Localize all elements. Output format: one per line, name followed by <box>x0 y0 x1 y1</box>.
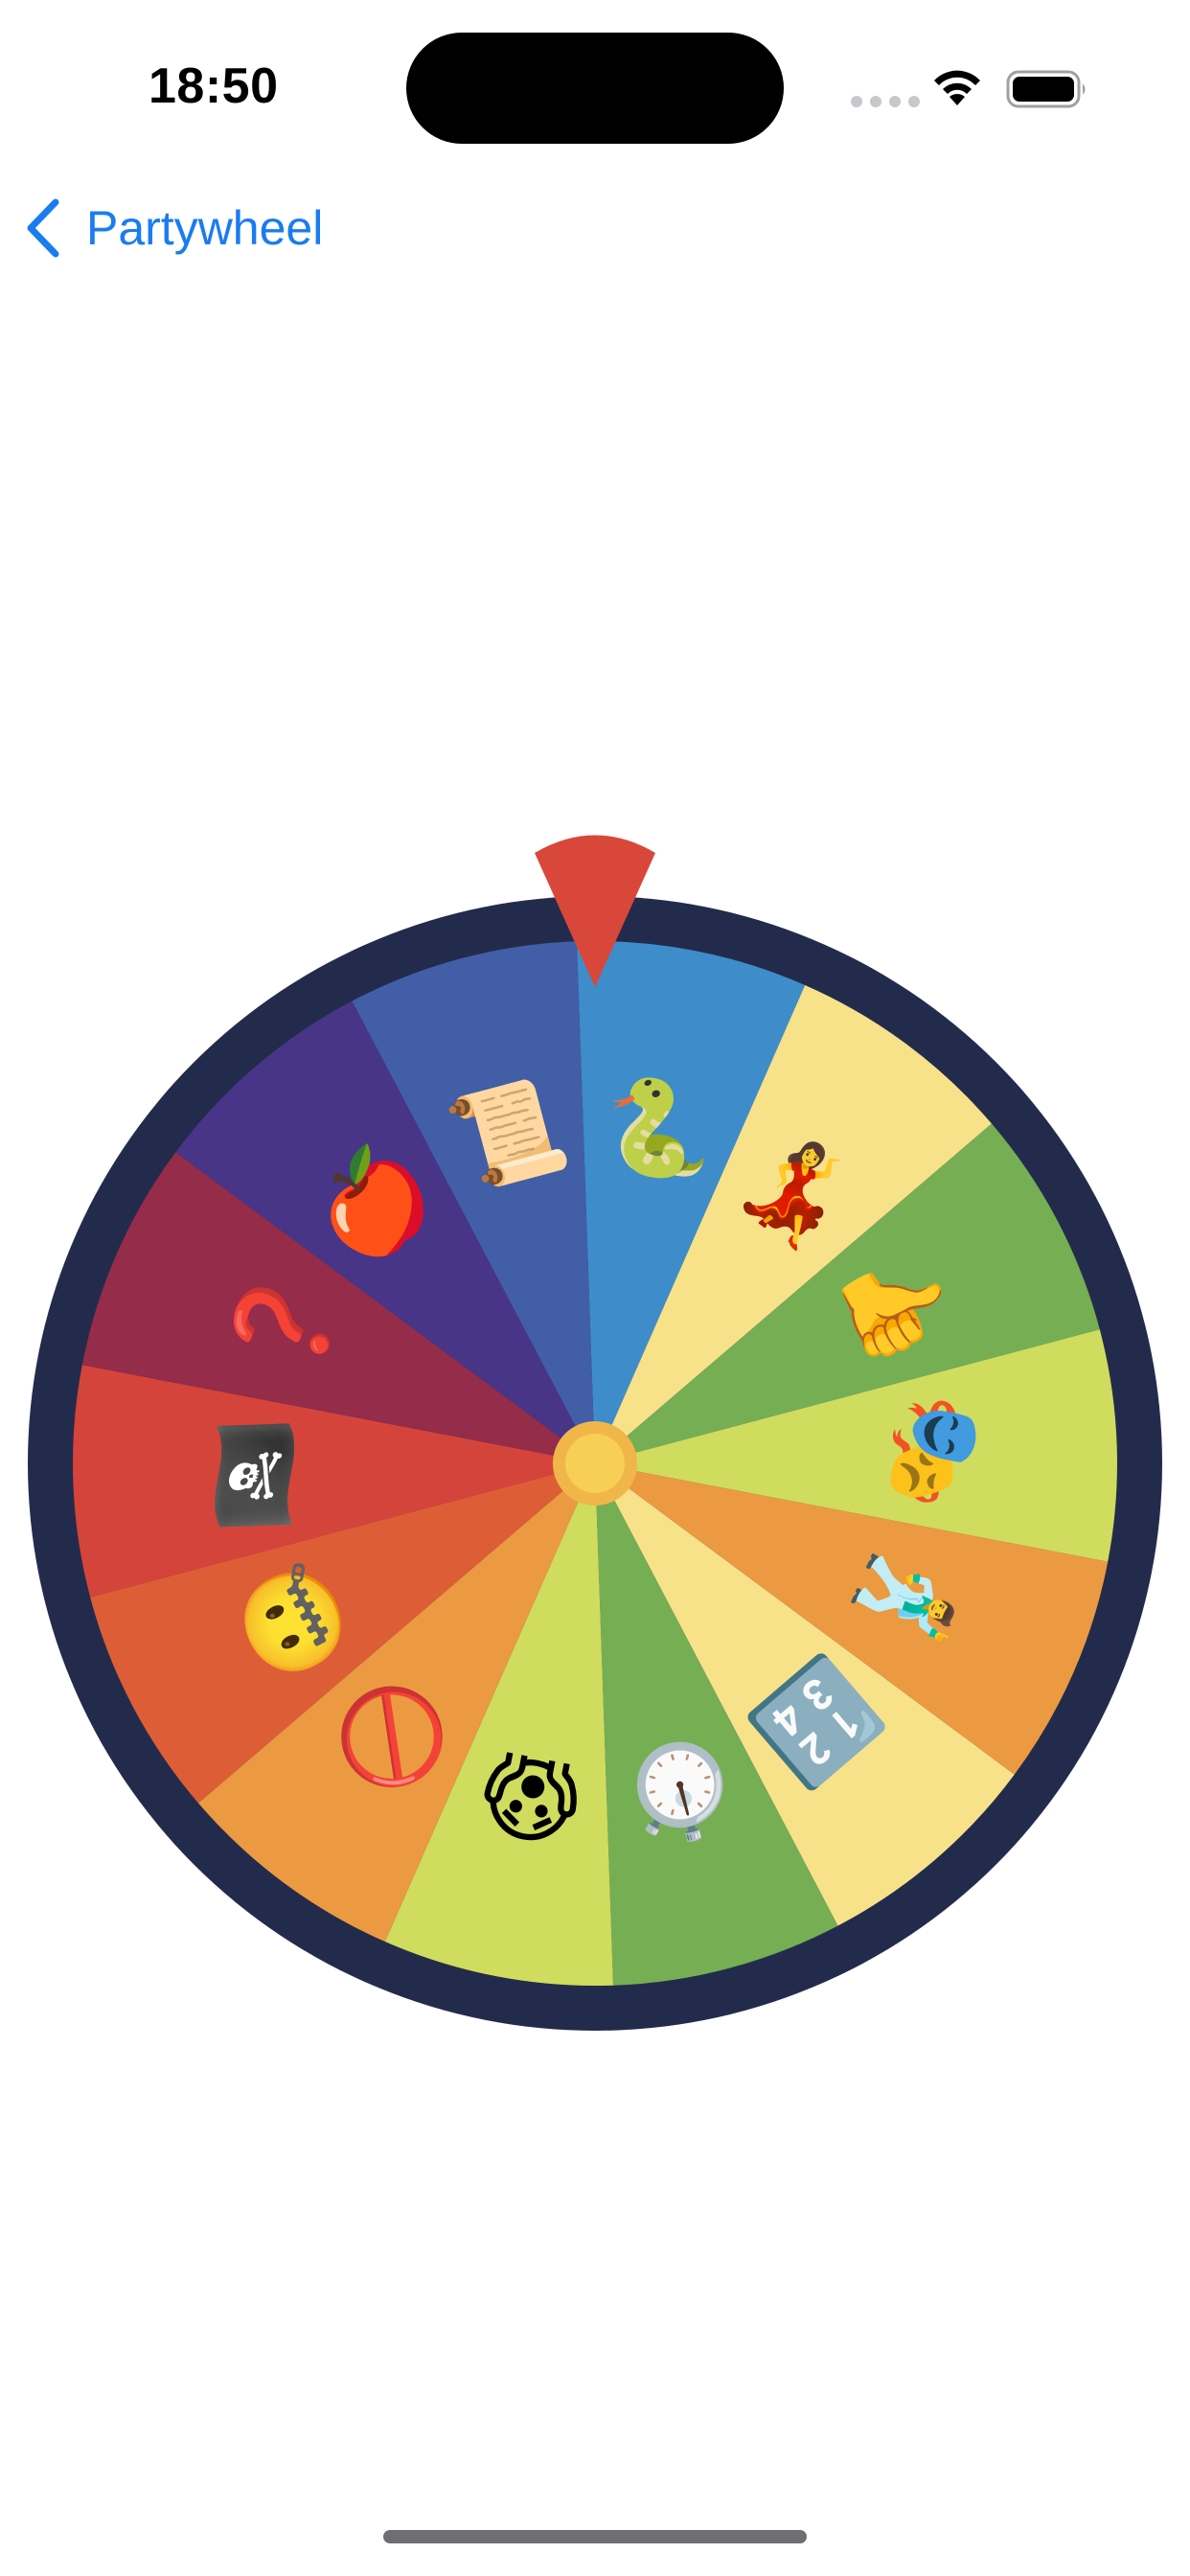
snake-icon: 🐍 <box>593 1068 725 1191</box>
battery-icon <box>1006 70 1086 108</box>
signal-dots-icon <box>851 96 920 107</box>
back-button-label: Partywheel <box>86 201 324 255</box>
screaming-face-icon: 😱 <box>474 1738 588 1857</box>
home-indicator[interactable] <box>383 2530 807 2543</box>
back-button[interactable]: Partywheel <box>21 190 323 266</box>
wifi-icon <box>934 70 980 105</box>
status-bar: 18:50 <box>0 0 1190 172</box>
theater-masks-icon: 🎭 <box>881 1392 988 1510</box>
pirate-flag-icon: 🏴‍☠️ <box>201 1416 309 1534</box>
wheel-hub <box>565 1434 625 1493</box>
status-time: 18:50 <box>149 58 279 114</box>
party-wheel[interactable]: 🐍 💃 👍 🎭 🕺 🔢 ⏱️ 😱 🚫 🤐 🏴‍☠️ ❓ 🍎 📜 <box>0 824 1190 2051</box>
chevron-left-icon <box>27 198 59 258</box>
screen: 18:50 Partywheel 🐍 💃 👍 🎭 🕺 🔢 ⏱️ 😱 🚫 🤐 🏴‍☠️ ❓ 🍎 📜 <box>0 0 1190 2576</box>
dynamic-island <box>406 33 784 144</box>
